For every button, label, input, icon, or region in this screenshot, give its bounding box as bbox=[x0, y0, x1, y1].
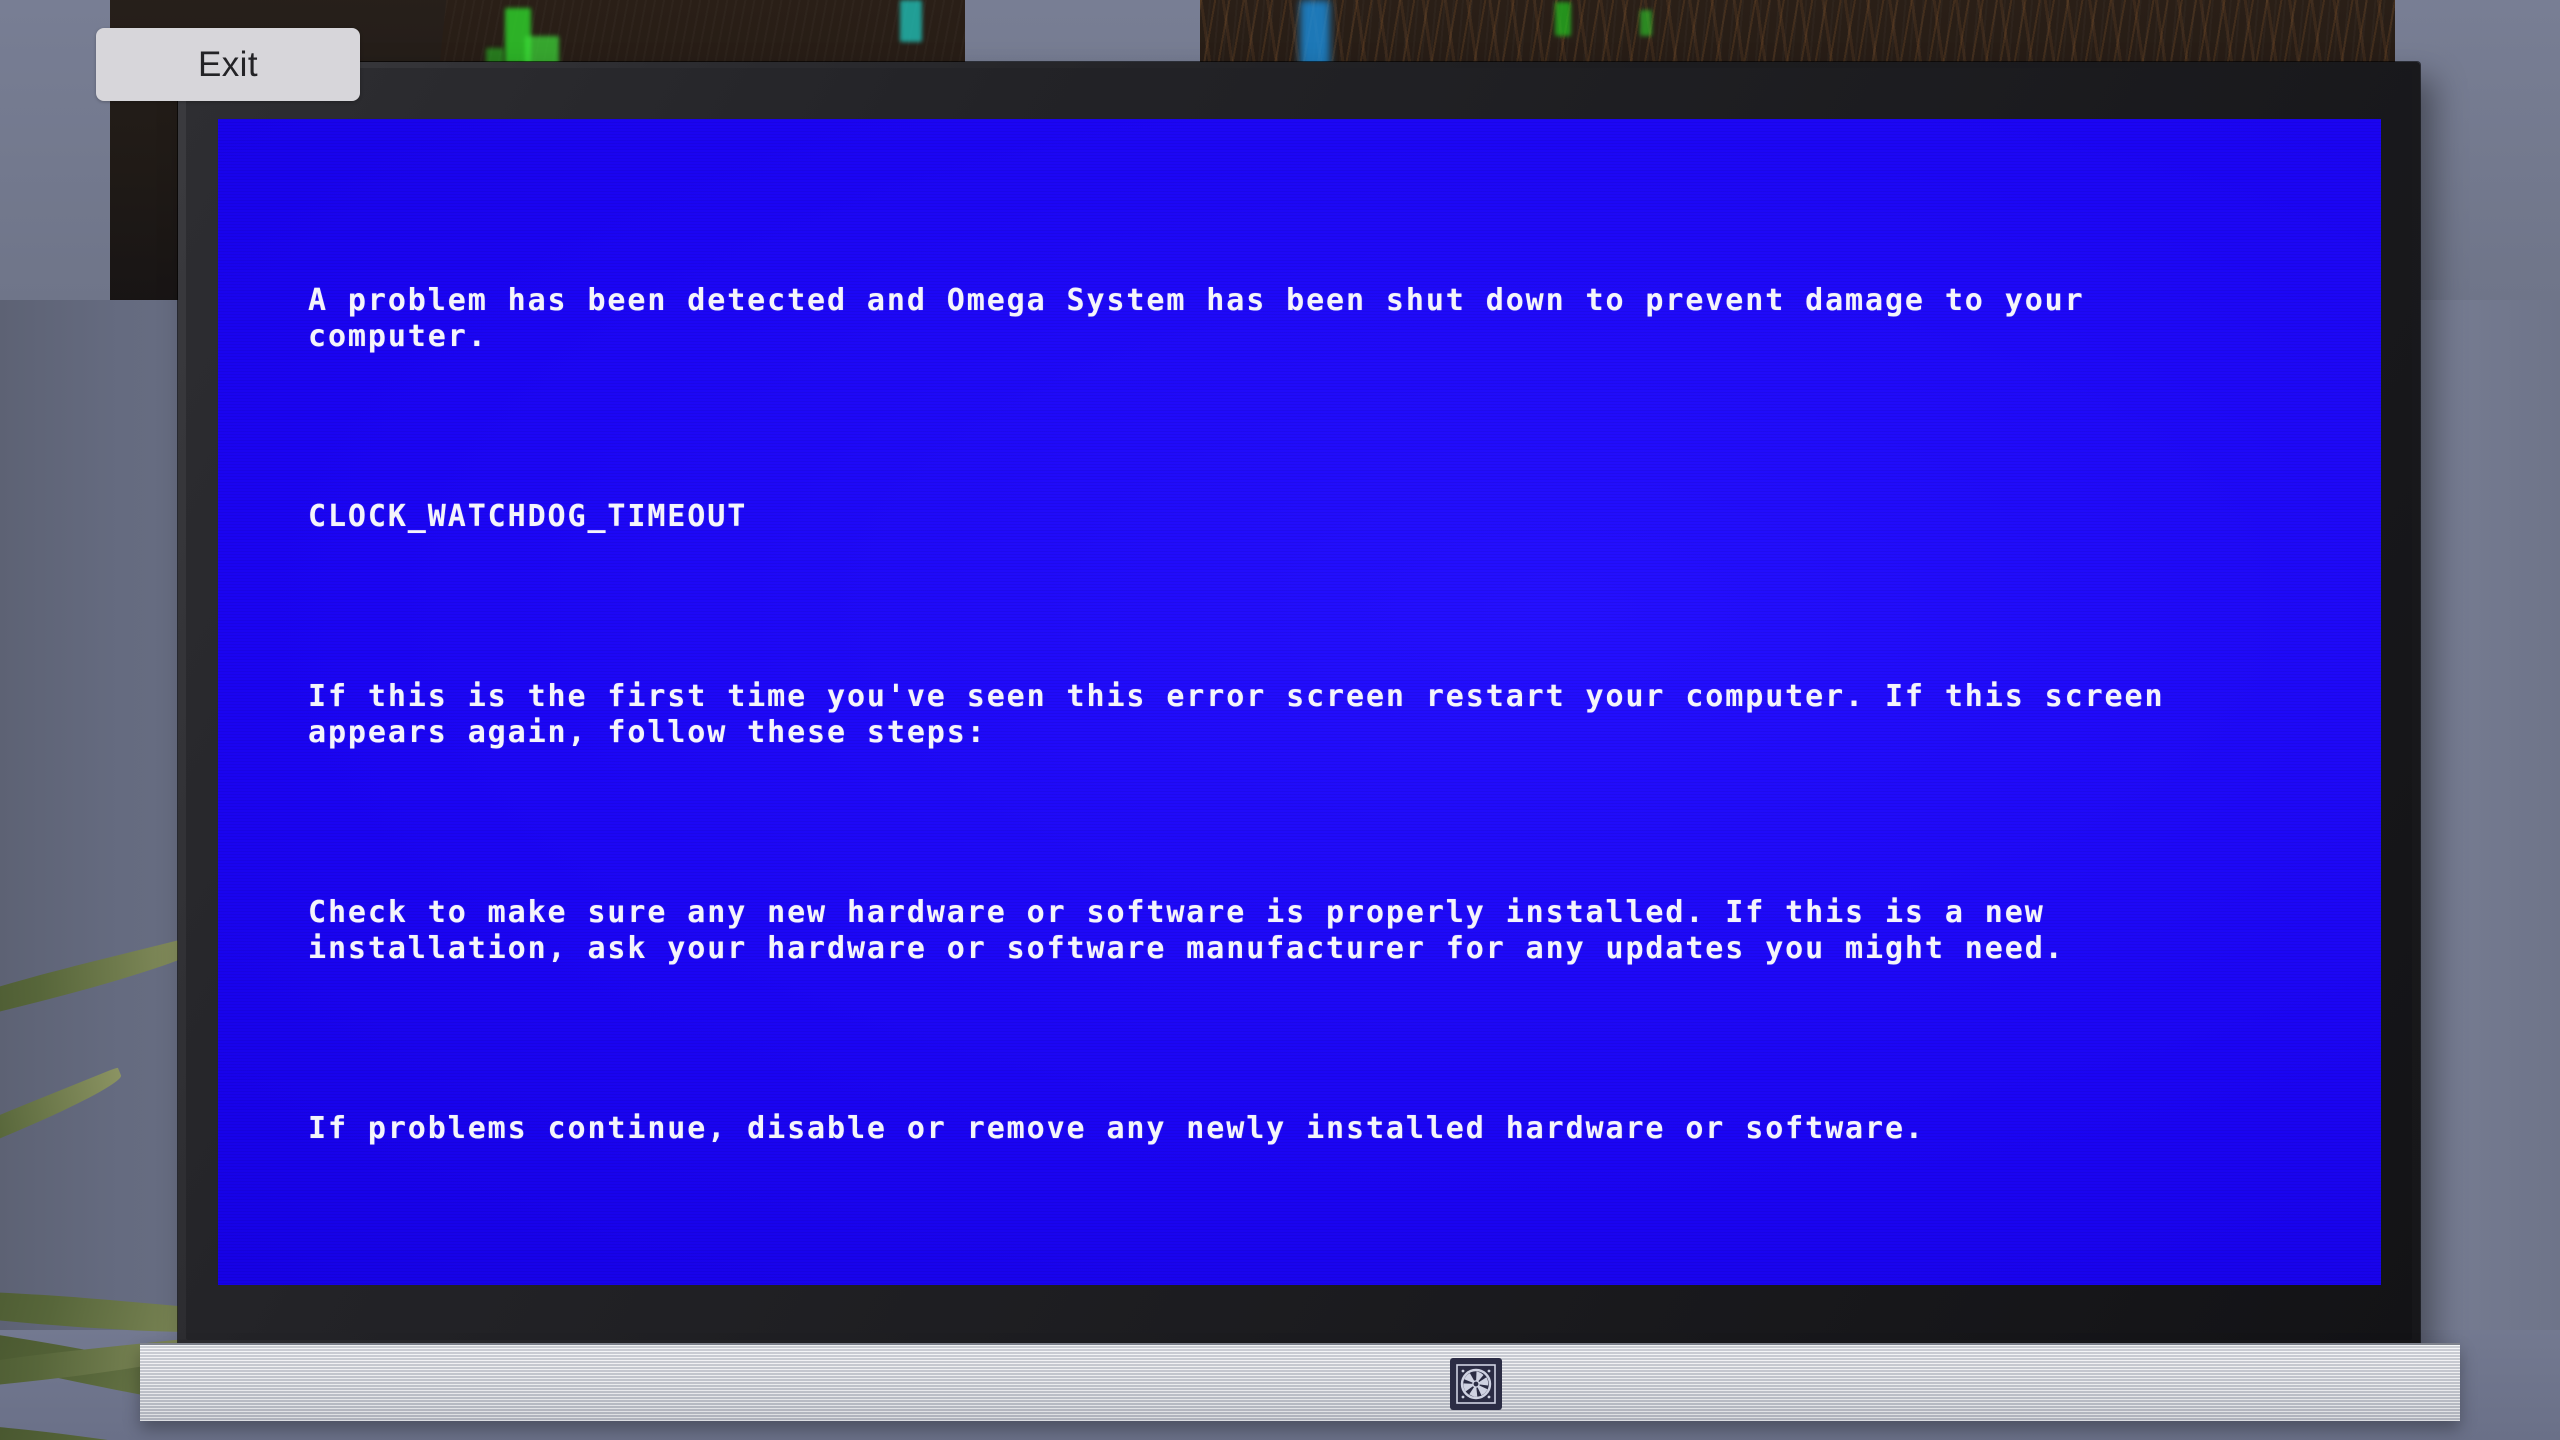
scene-root: A problem has been detected and Omega Sy… bbox=[0, 0, 2560, 1440]
rack-led-blue-icon bbox=[1300, 0, 1330, 70]
fan-icon bbox=[1450, 1358, 1502, 1410]
bsod-first-time-text: If this is the first time you've seen th… bbox=[308, 679, 2185, 750]
bsod-stop-code: CLOCK_WATCHDOG_TIMEOUT bbox=[308, 499, 748, 534]
exit-button[interactable]: Exit bbox=[96, 28, 360, 101]
plant-leaf bbox=[0, 1067, 126, 1182]
bsod-screen: A problem has been detected and Omega Sy… bbox=[218, 119, 2381, 1285]
monitor-stand-bar bbox=[140, 1343, 2460, 1421]
monitor-bezel: A problem has been detected and Omega Sy… bbox=[186, 68, 2412, 1340]
bsod-text-body: A problem has been detected and Omega Sy… bbox=[218, 119, 2381, 1285]
rack-led-green-icon bbox=[1555, 2, 1571, 36]
rack-led-green-icon bbox=[1640, 10, 1652, 36]
bsod-intro-text: A problem has been detected and Omega Sy… bbox=[308, 283, 2105, 354]
monitor-chassis: A problem has been detected and Omega Sy… bbox=[178, 62, 2420, 1347]
monitor: A problem has been detected and Omega Sy… bbox=[140, 62, 2460, 1421]
rack-led-teal-icon bbox=[900, 0, 922, 42]
bsod-check-hardware-text: Check to make sure any new hardware or s… bbox=[308, 895, 2065, 966]
bsod-if-problems-text: If problems continue, disable or remove … bbox=[308, 1111, 1925, 1146]
wall-pillar bbox=[0, 0, 110, 300]
